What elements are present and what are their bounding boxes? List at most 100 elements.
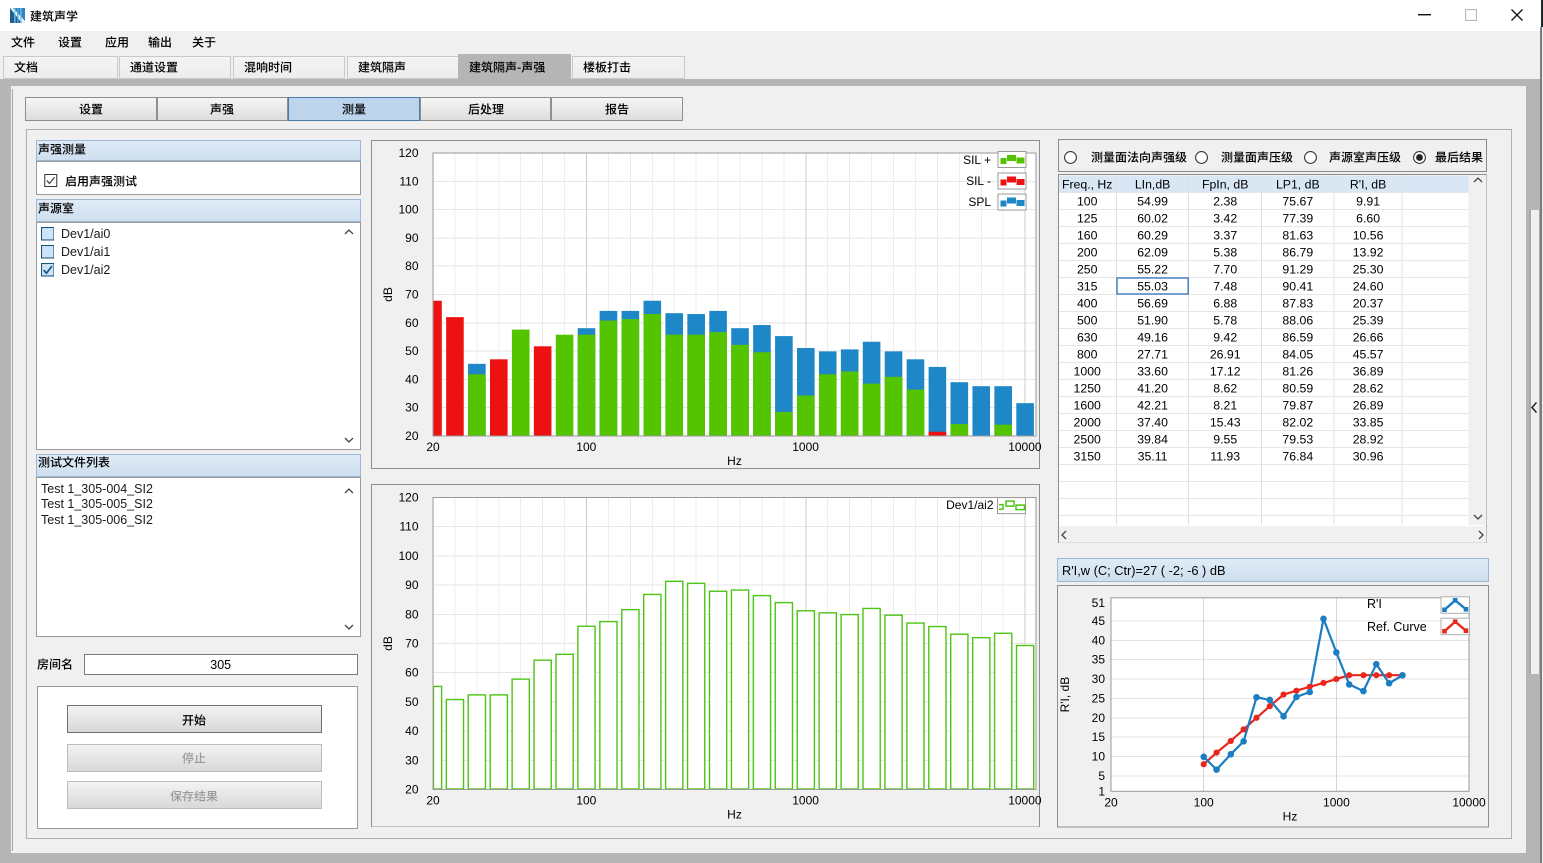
svg-text:500: 500 bbox=[1077, 313, 1098, 327]
svg-text:26.89: 26.89 bbox=[1353, 398, 1384, 412]
svg-text:50: 50 bbox=[405, 344, 419, 358]
svg-text:R'I, dB: R'I, dB bbox=[1350, 177, 1386, 191]
svg-text:30: 30 bbox=[405, 753, 419, 767]
svg-text:36.89: 36.89 bbox=[1353, 364, 1384, 378]
svg-text:1000: 1000 bbox=[1323, 795, 1350, 809]
svg-text:10000: 10000 bbox=[1008, 440, 1042, 454]
svg-text:76.84: 76.84 bbox=[1282, 449, 1313, 463]
svg-text:2000: 2000 bbox=[1074, 415, 1101, 429]
svg-text:100: 100 bbox=[576, 793, 596, 807]
svg-text:1000: 1000 bbox=[1074, 364, 1101, 378]
svg-text:100: 100 bbox=[1077, 194, 1098, 208]
svg-text:86.79: 86.79 bbox=[1282, 245, 1313, 259]
svg-text:91.29: 91.29 bbox=[1282, 262, 1313, 276]
svg-text:51.90: 51.90 bbox=[1137, 313, 1168, 327]
svg-text:20.37: 20.37 bbox=[1353, 296, 1384, 310]
svg-text:dB: dB bbox=[381, 287, 395, 302]
svg-text:60.02: 60.02 bbox=[1137, 211, 1168, 225]
svg-text:25.39: 25.39 bbox=[1353, 313, 1384, 327]
svg-text:125: 125 bbox=[1077, 211, 1098, 225]
svg-text:80: 80 bbox=[405, 607, 419, 621]
svg-text:86.59: 86.59 bbox=[1282, 330, 1313, 344]
svg-text:400: 400 bbox=[1077, 296, 1098, 310]
svg-text:20: 20 bbox=[1104, 795, 1118, 809]
svg-text:250: 250 bbox=[1077, 262, 1098, 276]
svg-text:60.29: 60.29 bbox=[1137, 228, 1168, 242]
svg-text:Hz: Hz bbox=[727, 807, 742, 821]
svg-text:Freq., Hz: Freq., Hz bbox=[1062, 177, 1113, 191]
svg-text:Hz: Hz bbox=[727, 454, 742, 468]
svg-text:75.67: 75.67 bbox=[1282, 194, 1313, 208]
svg-text:28.62: 28.62 bbox=[1353, 381, 1384, 395]
svg-text:77.39: 77.39 bbox=[1282, 211, 1313, 225]
svg-text:9.55: 9.55 bbox=[1213, 432, 1237, 446]
svg-text:90: 90 bbox=[405, 230, 419, 244]
svg-text:6.88: 6.88 bbox=[1213, 296, 1237, 310]
svg-text:200: 200 bbox=[1077, 245, 1098, 259]
svg-text:315: 315 bbox=[1077, 279, 1098, 293]
svg-text:28.92: 28.92 bbox=[1353, 432, 1384, 446]
svg-text:FpIn, dB: FpIn, dB bbox=[1202, 177, 1248, 191]
svg-text:51: 51 bbox=[1092, 596, 1106, 610]
svg-text:100: 100 bbox=[576, 440, 596, 454]
svg-text:5: 5 bbox=[1098, 769, 1105, 783]
svg-text:7.70: 7.70 bbox=[1213, 262, 1237, 276]
svg-text:SIL +: SIL + bbox=[963, 153, 991, 167]
svg-text:41.20: 41.20 bbox=[1137, 381, 1168, 395]
svg-text:LIn,dB: LIn,dB bbox=[1135, 177, 1171, 191]
svg-text:100: 100 bbox=[1194, 795, 1214, 809]
svg-text:90: 90 bbox=[405, 578, 419, 592]
svg-text:26.91: 26.91 bbox=[1210, 347, 1241, 361]
svg-text:5.38: 5.38 bbox=[1213, 245, 1237, 259]
svg-text:84.05: 84.05 bbox=[1282, 347, 1313, 361]
svg-text:630: 630 bbox=[1077, 330, 1098, 344]
svg-text:27.71: 27.71 bbox=[1137, 347, 1168, 361]
svg-text:60: 60 bbox=[405, 315, 419, 329]
svg-text:80.59: 80.59 bbox=[1282, 381, 1313, 395]
svg-text:62.09: 62.09 bbox=[1137, 245, 1168, 259]
svg-text:17.12: 17.12 bbox=[1210, 364, 1241, 378]
svg-text:33.60: 33.60 bbox=[1137, 364, 1168, 378]
svg-text:90.41: 90.41 bbox=[1282, 279, 1313, 293]
svg-text:37.40: 37.40 bbox=[1137, 415, 1168, 429]
svg-text:15: 15 bbox=[1092, 730, 1106, 744]
svg-text:800: 800 bbox=[1077, 347, 1098, 361]
svg-text:100: 100 bbox=[398, 202, 418, 216]
svg-text:45: 45 bbox=[1092, 614, 1106, 628]
svg-text:35: 35 bbox=[1092, 653, 1106, 667]
svg-text:10000: 10000 bbox=[1452, 795, 1486, 809]
svg-text:SPL: SPL bbox=[968, 195, 991, 209]
svg-text:20: 20 bbox=[426, 440, 440, 454]
svg-text:10: 10 bbox=[1092, 750, 1106, 764]
svg-text:1000: 1000 bbox=[792, 793, 819, 807]
svg-text:2.38: 2.38 bbox=[1213, 194, 1237, 208]
svg-text:100: 100 bbox=[398, 548, 418, 562]
svg-text:Hz: Hz bbox=[1283, 809, 1298, 823]
svg-text:79.87: 79.87 bbox=[1282, 398, 1313, 412]
svg-text:9.91: 9.91 bbox=[1356, 194, 1380, 208]
svg-text:110: 110 bbox=[399, 174, 418, 188]
svg-text:10000: 10000 bbox=[1008, 793, 1042, 807]
svg-text:30.96: 30.96 bbox=[1353, 449, 1384, 463]
svg-text:120: 120 bbox=[398, 146, 418, 160]
svg-text:1250: 1250 bbox=[1074, 381, 1101, 395]
svg-text:50: 50 bbox=[405, 694, 419, 708]
svg-text:70: 70 bbox=[405, 287, 419, 301]
svg-text:87.83: 87.83 bbox=[1282, 296, 1313, 310]
svg-text:2500: 2500 bbox=[1074, 432, 1101, 446]
svg-text:3150: 3150 bbox=[1074, 449, 1101, 463]
svg-text:20: 20 bbox=[1092, 711, 1106, 725]
svg-text:20: 20 bbox=[426, 793, 440, 807]
svg-text:9.42: 9.42 bbox=[1213, 330, 1237, 344]
svg-text:24.60: 24.60 bbox=[1353, 279, 1384, 293]
svg-text:20: 20 bbox=[405, 782, 419, 796]
svg-text:dB: dB bbox=[381, 636, 395, 651]
svg-text:10.56: 10.56 bbox=[1353, 228, 1384, 242]
svg-text:Ref. Curve: Ref. Curve bbox=[1367, 620, 1427, 634]
svg-text:8.62: 8.62 bbox=[1213, 381, 1237, 395]
svg-text:88.06: 88.06 bbox=[1282, 313, 1313, 327]
svg-text:30: 30 bbox=[1092, 672, 1106, 686]
svg-text:60: 60 bbox=[405, 665, 419, 679]
svg-text:56.69: 56.69 bbox=[1137, 296, 1168, 310]
svg-text:3.42: 3.42 bbox=[1213, 211, 1237, 225]
